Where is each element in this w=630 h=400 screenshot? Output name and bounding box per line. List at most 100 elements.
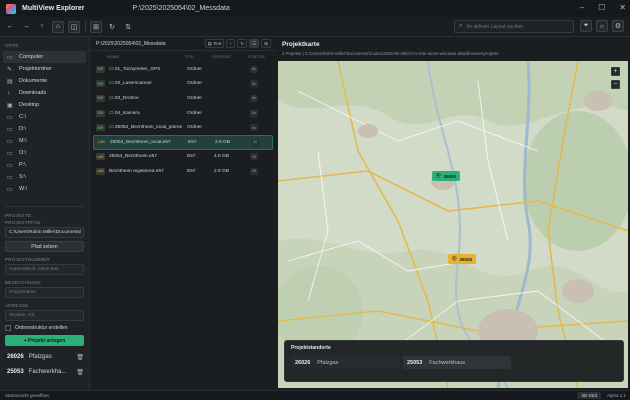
sidebar-item-label: S:\ [19, 174, 26, 180]
adresse-label: ADRESSE [5, 303, 29, 308]
refresh-icon[interactable]: ↻ [237, 39, 248, 48]
file-row[interactable]: DIR ▭ 01_Tachymeter_GPS Ordner 0s [93, 62, 273, 77]
grid-view-icon[interactable]: ⊞ [261, 39, 271, 48]
sidebar-item-downloads[interactable]: ↓ Downloads [3, 87, 86, 99]
status-badge: 0s [250, 65, 258, 73]
arrow-right-icon[interactable]: → [20, 21, 32, 33]
file-row[interactable]: DIR ▭ 25054_Bechtheim_local_potree Ordner 0… [93, 120, 273, 135]
file-name: ▭ 01_Tachymeter_GPS [109, 67, 187, 72]
sidebar-item-drive-p[interactable]: ▭ P:\ [3, 159, 86, 171]
sidebar-item-drive-w[interactable]: ▭ W:\ [3, 183, 86, 195]
layout-icon[interactable]: ⊞ [90, 20, 102, 33]
sun-icon[interactable]: ☼ [596, 20, 608, 32]
ordnerstruktur-checkbox[interactable] [5, 325, 11, 331]
sidebar-item-drive-s[interactable]: ▭ S:\ [3, 171, 86, 183]
file-row[interactable]: LAS Bechtheim registered.e57 E57 2.9 GB 30 [93, 164, 273, 179]
zoom-in-button[interactable]: + [611, 67, 620, 76]
sidebar-item-drive-o[interactable]: ▭ O:\ [3, 147, 86, 159]
maximize-icon[interactable]: ☐ [598, 3, 605, 12]
drive-icon: ▭ [7, 126, 13, 133]
file-row[interactable]: DIR ▭ 04_Kamera Ordner 0s [93, 106, 273, 121]
filter-icon[interactable]: ⏷ [580, 20, 592, 32]
search-box[interactable]: ⌕ [454, 20, 574, 33]
project-location-card[interactable]: 25053 Fachwerkhaus [403, 356, 511, 369]
minimize-icon[interactable]: – [580, 3, 584, 12]
bezeichnung-label: BEZEICHNUNG [5, 280, 42, 285]
projektnummer-field[interactable]: Automatisch, wenn leer [5, 264, 84, 275]
status-badge: 0s [250, 94, 258, 102]
search-input[interactable] [466, 23, 567, 30]
map-pin[interactable]: ⦿ 25053 [432, 171, 461, 181]
column-header-type[interactable]: TYP [185, 54, 212, 59]
ordnerstruktur-checkbox-row[interactable]: Ordnerstruktur erstellen [5, 325, 84, 331]
mode-badge[interactable]: 3D-Strd [577, 392, 601, 399]
sidebar-item-drive-c[interactable]: ▭ C:\ [3, 111, 86, 123]
text-view-button[interactable]: ▤ Text [204, 39, 225, 48]
status-badge: 0s [250, 80, 258, 88]
sidebar-item-drive-d[interactable]: ▭ D:\ [3, 123, 86, 135]
sidebar-item-label: M:\ [19, 138, 27, 144]
map-view[interactable]: + − ⦿ 25053 ⦿ 26026 Projektstandorte 26026… [278, 61, 628, 388]
file-name: ▭ 25054_Bechtheim_local_potree [109, 125, 187, 130]
file-type: E57 [188, 139, 197, 145]
map-pin[interactable]: ⦿ 26026 [448, 254, 477, 264]
file-name-text: 25054_Bechtheim.e57 [109, 154, 158, 160]
arrow-up-icon[interactable]: ↑ [36, 21, 48, 33]
file-row[interactable]: LAS 25054_Bechtheim_local.e57 E57 2.9 GB 30 [93, 134, 273, 150]
folder-badge: DIR [96, 94, 105, 102]
sidebar-item-label: C:\ [19, 114, 27, 120]
column-header-status[interactable]: STATUS [248, 54, 265, 59]
status-badge: 0s [250, 124, 258, 132]
column-header-name[interactable]: NAME [107, 54, 185, 59]
project-name: Pfalzgas [28, 354, 52, 360]
adresse-field[interactable]: Strasse, Ort [5, 310, 84, 321]
home-icon[interactable]: ⌂ [52, 20, 64, 33]
map-pin-label: 25053 [443, 173, 457, 179]
sidebar-item-label: Downloads [19, 90, 47, 96]
settings-icon[interactable]: ⚙ [612, 20, 624, 32]
project-item[interactable]: 25053 Fachwerkha... 🗑 [5, 366, 84, 378]
trash-icon[interactable]: 🗑 [76, 354, 84, 361]
close-icon[interactable]: ✕ [619, 3, 626, 12]
window-controls: – ☐ ✕ [580, 3, 626, 12]
sidebar-item-label: D:\ [19, 126, 27, 132]
file-row[interactable]: DIR ▭ 02_Laserscanner Ordner 0s [93, 77, 273, 92]
projektnummer-label: PROJEKTNUMMER [5, 257, 50, 262]
sidebar-item-computer[interactable]: ▭ Computer [3, 51, 86, 63]
sidebar-item-label: Desktop [19, 102, 40, 108]
file-name-text: 25054_Bechtheim_local_potree [114, 125, 183, 131]
sidebar: ORTE ▭ Computer ✎ Projektordner ▤ Dokumente… [0, 37, 90, 390]
project-location-card[interactable]: 26026 Pfalzgas [291, 356, 399, 369]
split-view-icon[interactable]: ◫ [68, 20, 80, 33]
project-item[interactable]: 26026 Pfalzgas 🗑 [5, 351, 84, 363]
trash-icon[interactable]: 🗑 [76, 369, 84, 376]
refresh-icon[interactable]: ↻ [106, 21, 118, 33]
file-size: 4.0 GB [214, 154, 229, 160]
file-row[interactable]: LAS 25054_Bechtheim.e57 E57 4.0 GB 30 [93, 150, 273, 165]
list-view-icon[interactable]: ☰ [249, 39, 260, 48]
sync-icon[interactable]: ⇅ [122, 21, 134, 33]
project-name: Fachwerkha... [28, 369, 67, 375]
projektpfad-field[interactable]: C:\Users\Robin Miller\Documents\ [5, 227, 84, 238]
project-id: 25053 [407, 359, 423, 366]
sidebar-item-desktop[interactable]: ▣ Desktop [3, 99, 86, 111]
app-logo-icon [6, 3, 16, 14]
file-pane-tools: ▤ Text ↑ ↻ ☰ ⊞ [204, 39, 271, 48]
download-icon: ↓ [7, 90, 10, 96]
pfad-setzen-button[interactable]: Pfad setzen [5, 241, 84, 252]
sidebar-item-drive-m[interactable]: ▭ M:\ [3, 135, 86, 147]
arrow-left-icon[interactable]: ← [4, 21, 16, 33]
column-header-size[interactable]: GRÖSSE [212, 54, 248, 59]
projekt-anlegen-button[interactable]: + Projekt anlegen [5, 335, 84, 346]
zoom-out-button[interactable]: − [611, 80, 620, 89]
bezeichnung-field[interactable]: Projektname [5, 287, 84, 298]
file-row[interactable]: DIR ▭ 03_Drohne Ordner 0s [93, 91, 273, 106]
status-text: Startansicht geoeffnet. [5, 393, 50, 398]
paperclip-icon: ✎ [7, 66, 13, 73]
file-name: ▭ 02_Laserscanner [109, 81, 187, 86]
file-name-text: Bechtheim registered.e57 [109, 168, 164, 174]
file-name-text: 04_Kamera [114, 110, 140, 116]
arrow-up-icon[interactable]: ↑ [226, 39, 236, 48]
sidebar-item-dokumente[interactable]: ▤ Dokumente [3, 75, 86, 87]
sidebar-item-projektordner[interactable]: ✎ Projektordner [3, 63, 86, 75]
